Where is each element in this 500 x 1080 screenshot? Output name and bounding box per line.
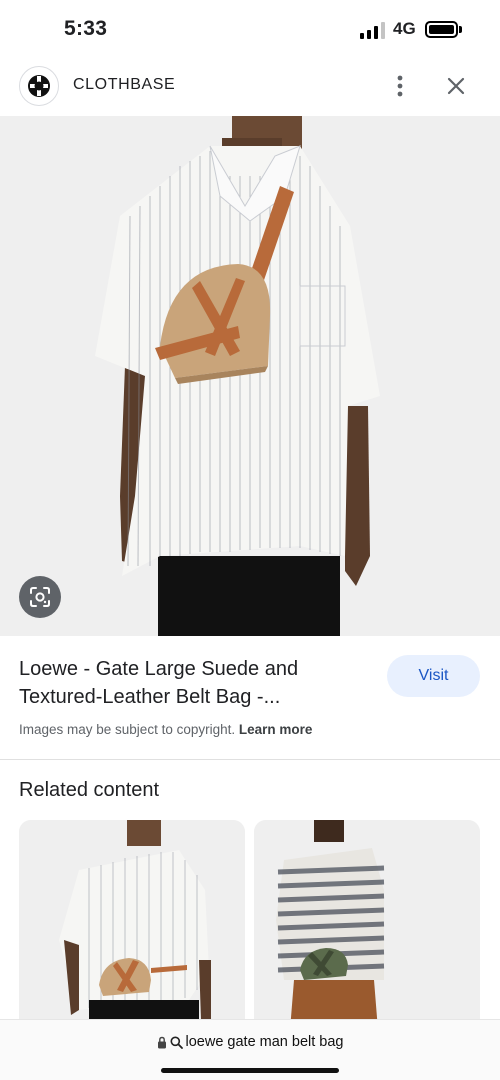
signal-strength-icon	[360, 21, 386, 39]
product-photo	[0, 116, 500, 636]
visit-button[interactable]: Visit	[387, 655, 480, 697]
clothbase-logo-icon[interactable]	[19, 66, 59, 106]
home-indicator[interactable]	[161, 1068, 339, 1073]
related-content-heading: Related content	[19, 779, 160, 801]
section-divider	[0, 759, 500, 760]
search-query-text: loewe gate man belt bag	[185, 1034, 344, 1050]
site-header: CLOTHBASE	[0, 62, 500, 110]
search-icon	[170, 1036, 183, 1049]
result-title-line2: Textured-Leather Belt Bag -...	[19, 686, 281, 708]
status-time: 5:33	[64, 17, 108, 40]
more-options-button[interactable]	[384, 70, 416, 102]
close-icon	[447, 77, 465, 95]
lock-icon	[157, 1036, 166, 1048]
related-item-card[interactable]	[19, 820, 245, 1030]
lens-search-button[interactable]	[19, 576, 61, 618]
copyright-notice: Images may be subject to copyright. Lear…	[19, 722, 312, 737]
result-title[interactable]: Loewe - Gate Large Suede and Textured-Le…	[19, 655, 364, 711]
status-bar: 5:33 4G	[0, 0, 500, 60]
main-product-image[interactable]	[0, 116, 500, 636]
browser-url-bar[interactable]: loewe gate man belt bag	[0, 1019, 500, 1080]
related-item-image	[19, 820, 245, 1030]
more-vertical-icon	[397, 75, 403, 97]
lens-search-icon	[30, 587, 50, 607]
url-content[interactable]: loewe gate man belt bag	[0, 1034, 500, 1050]
learn-more-link[interactable]: Learn more	[239, 722, 313, 737]
site-name[interactable]: CLOTHBASE	[73, 76, 175, 94]
related-item-card[interactable]	[254, 820, 480, 1030]
network-label: 4G	[393, 19, 416, 38]
related-item-image	[254, 820, 480, 1030]
battery-cap	[459, 26, 462, 33]
copyright-text: Images may be subject to copyright.	[19, 722, 236, 737]
battery-icon	[425, 21, 458, 38]
result-title-line1: Loewe - Gate Large Suede and	[19, 658, 299, 680]
close-button[interactable]	[440, 70, 472, 102]
